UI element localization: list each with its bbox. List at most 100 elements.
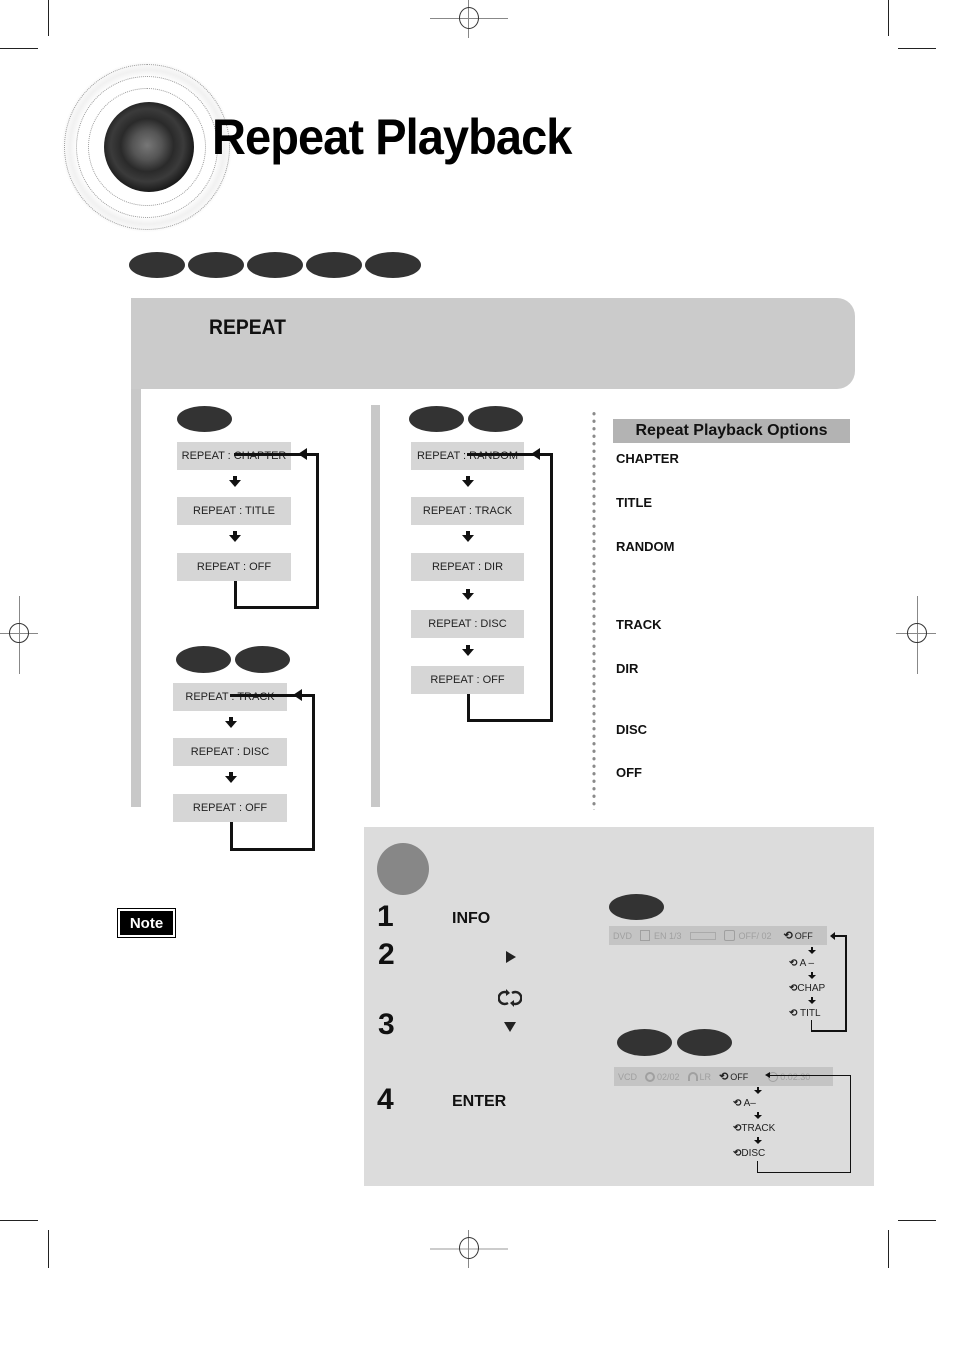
divider-bar — [131, 389, 141, 807]
page-title: Repeat Playback — [212, 109, 572, 165]
osd-disc-type: VCD — [618, 1071, 638, 1082]
speaker-logo-icon — [62, 62, 232, 232]
osd-cycle-item: ⟲DISC — [733, 1148, 766, 1159]
crop-mark — [898, 1220, 936, 1221]
down-triangle-icon — [504, 1022, 516, 1032]
osd-cycle-item: ⟲TRACK — [733, 1123, 776, 1134]
disc-badge — [609, 894, 664, 920]
repeat-icon: ⟲ — [719, 1071, 729, 1083]
loop-arrow-icon — [765, 1072, 770, 1078]
step-number: 3 — [378, 1008, 395, 1041]
option-disc: DISC — [616, 722, 648, 737]
note-label: Note — [117, 908, 176, 938]
registration-mark-top — [430, 0, 508, 38]
disc-badge — [468, 406, 523, 432]
crop-mark — [48, 0, 49, 36]
loop-arrow-icon — [298, 448, 307, 460]
step-number: 2 — [378, 938, 395, 971]
dvd-osd-bar: DVD EN 1/3 OFF/ 02 ⟲ OFF — [609, 926, 827, 945]
options-header: Repeat Playback Options — [613, 419, 850, 443]
loop-back-line — [467, 694, 470, 722]
osd-cycle-item: ⟲CHAP — [789, 983, 826, 994]
disc-badge — [177, 406, 232, 432]
osd-disc-type: DVD — [613, 930, 633, 941]
osd-cycle-item: ⟲ TITL — [789, 1008, 821, 1019]
down-arrow-icon — [808, 997, 816, 1004]
loop-back-line — [230, 822, 233, 851]
loop-arrow-icon — [293, 689, 302, 701]
down-arrow-icon — [808, 972, 816, 979]
loop-back-line — [850, 1075, 851, 1173]
osd-audio: EN 1/3 — [654, 930, 682, 941]
step-number: 4 — [377, 1083, 394, 1116]
headphones-icon — [687, 1072, 698, 1081]
disc-badge — [365, 252, 421, 278]
down-arrow-icon — [808, 947, 816, 954]
option-random: RANDOM — [616, 539, 675, 554]
registration-mark-bottom — [430, 1230, 508, 1268]
option-chapter: CHAPTER — [616, 451, 679, 466]
disc-badge — [409, 406, 464, 432]
disc-badge — [129, 252, 185, 278]
crop-mark — [888, 1230, 889, 1268]
osd-repeat-status: OFF — [730, 1071, 749, 1082]
repeat-icon: ⟲ — [789, 958, 798, 969]
disc-icon — [645, 1071, 656, 1082]
loop-back-line — [757, 1172, 851, 1173]
loop-back-line — [811, 1030, 847, 1032]
subtitle-icon — [640, 930, 651, 941]
right-triangle-icon — [506, 951, 516, 963]
loop-back-line — [234, 581, 237, 609]
option-dir: DIR — [616, 661, 639, 676]
registration-mark-right — [896, 596, 936, 674]
loop-back-line — [834, 935, 847, 937]
step-enter-label: ENTER — [452, 1093, 507, 1110]
down-arrow-icon — [754, 1137, 762, 1144]
repeat-icon: ⟲ — [733, 1098, 742, 1109]
disc-badge — [247, 252, 303, 278]
loop-arrow-icon — [531, 448, 540, 460]
loop-back-line — [230, 694, 315, 851]
dotted-divider — [592, 410, 596, 810]
crop-mark — [48, 1230, 49, 1268]
option-title: TITLE — [616, 495, 653, 510]
crop-mark — [0, 48, 38, 49]
repeat-icon — [497, 988, 523, 1008]
option-off: OFF — [616, 765, 642, 780]
registration-mark-left — [0, 596, 38, 674]
vcd-osd-bar: VCD 02/02 LR ⟲ OFF 0:02:30 — [614, 1067, 833, 1086]
osd-cycle-item: ⟲ A– — [733, 1098, 756, 1109]
crop-mark — [898, 48, 936, 49]
osd-time: 0:02:30 — [780, 1071, 811, 1082]
loop-back-line — [467, 453, 553, 722]
caption-icon — [723, 930, 735, 941]
dolby-icon — [689, 931, 716, 940]
disc-badge — [617, 1029, 672, 1056]
down-arrow-icon — [754, 1087, 762, 1094]
step-marker-circle — [377, 843, 429, 895]
loop-back-line — [770, 1075, 850, 1076]
step-info-label: INFO — [452, 910, 491, 927]
disc-badge — [188, 252, 244, 278]
disc-badge — [306, 252, 362, 278]
disc-badge — [176, 646, 231, 673]
repeat-icon: ⟲ — [783, 930, 793, 942]
crop-mark — [888, 0, 889, 36]
osd-subtitle: OFF/ 02 — [738, 930, 772, 941]
option-track: TRACK — [616, 617, 662, 632]
osd-repeat-status: OFF — [794, 930, 813, 941]
section-title: REPEAT — [209, 316, 286, 339]
down-arrow-icon — [754, 1112, 762, 1119]
step-number: 1 — [377, 900, 394, 933]
divider-bar — [371, 405, 380, 807]
osd-track: 02/02 — [657, 1071, 680, 1082]
section-banner — [131, 298, 855, 389]
disc-badge — [677, 1029, 732, 1056]
disc-badge — [235, 646, 290, 673]
repeat-icon: ⟲ — [789, 1008, 798, 1019]
osd-audio: LR — [699, 1071, 712, 1082]
osd-cycle-item: ⟲ A – — [789, 958, 815, 969]
loop-arrow-icon — [830, 932, 835, 940]
crop-mark — [0, 1220, 38, 1221]
instructions-panel — [364, 827, 874, 1186]
